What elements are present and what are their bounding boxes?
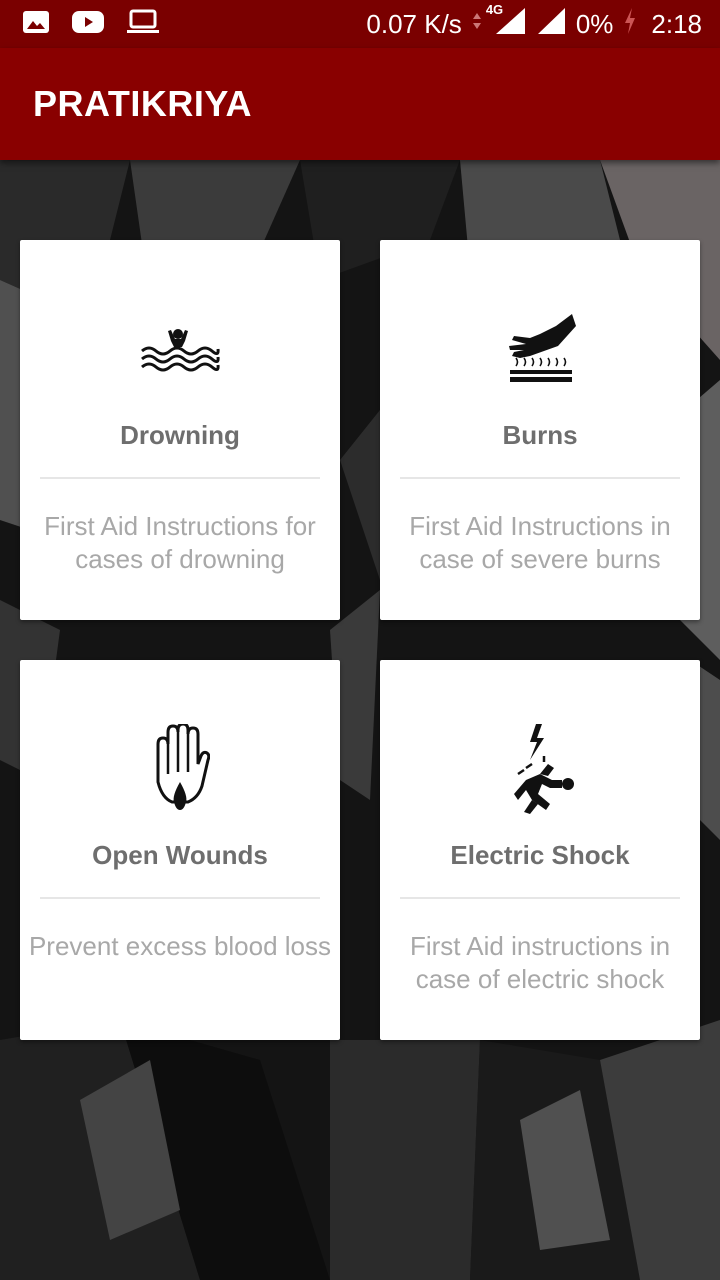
clock: 2:18 [651, 8, 702, 39]
card-description: First Aid Instructions in case of severe… [409, 511, 671, 574]
card-title: Open Wounds [92, 840, 268, 870]
card-description: Prevent excess blood loss [28, 931, 332, 961]
divider [40, 477, 320, 479]
card-title: Burns [502, 420, 578, 450]
data-arrows-icon [472, 9, 482, 40]
card-title: Drowning [120, 420, 240, 450]
drowning-icon [20, 290, 340, 410]
battery-percent: 0% [575, 8, 614, 39]
card-drowning[interactable]: Drowning First Aid Instructions for case… [20, 240, 340, 620]
charging-icon [623, 7, 637, 42]
card-description: First Aid Instructions for cases of drow… [44, 511, 316, 574]
status-bar: 0.07 K/s 4G R 0% 2:18 [0, 0, 720, 48]
image-icon [22, 10, 50, 39]
card-electric-shock[interactable]: Electric Shock First Aid instructions in… [380, 660, 700, 1040]
card-burns[interactable]: Burns First Aid Instructions in case of … [380, 240, 700, 620]
youtube-icon [72, 10, 104, 39]
laptop-icon [126, 9, 160, 40]
app-bar: PRATIKRIYA [0, 48, 720, 160]
open-wound-icon [20, 710, 340, 830]
signal-roaming-icon: R [536, 6, 566, 45]
app-title: PRATIKRIYA [33, 83, 253, 124]
divider [400, 897, 680, 899]
divider [40, 897, 320, 899]
burns-icon [380, 290, 700, 410]
card-title: Electric Shock [450, 840, 630, 870]
card-open-wounds[interactable]: Open Wounds Prevent excess blood loss [20, 660, 340, 1040]
net-speed: 0.07 K/s [366, 8, 462, 39]
electric-shock-icon [380, 710, 700, 830]
divider [400, 477, 680, 479]
signal-4g-icon: 4G [486, 2, 526, 43]
card-description: First Aid instructions in case of electr… [409, 931, 671, 994]
